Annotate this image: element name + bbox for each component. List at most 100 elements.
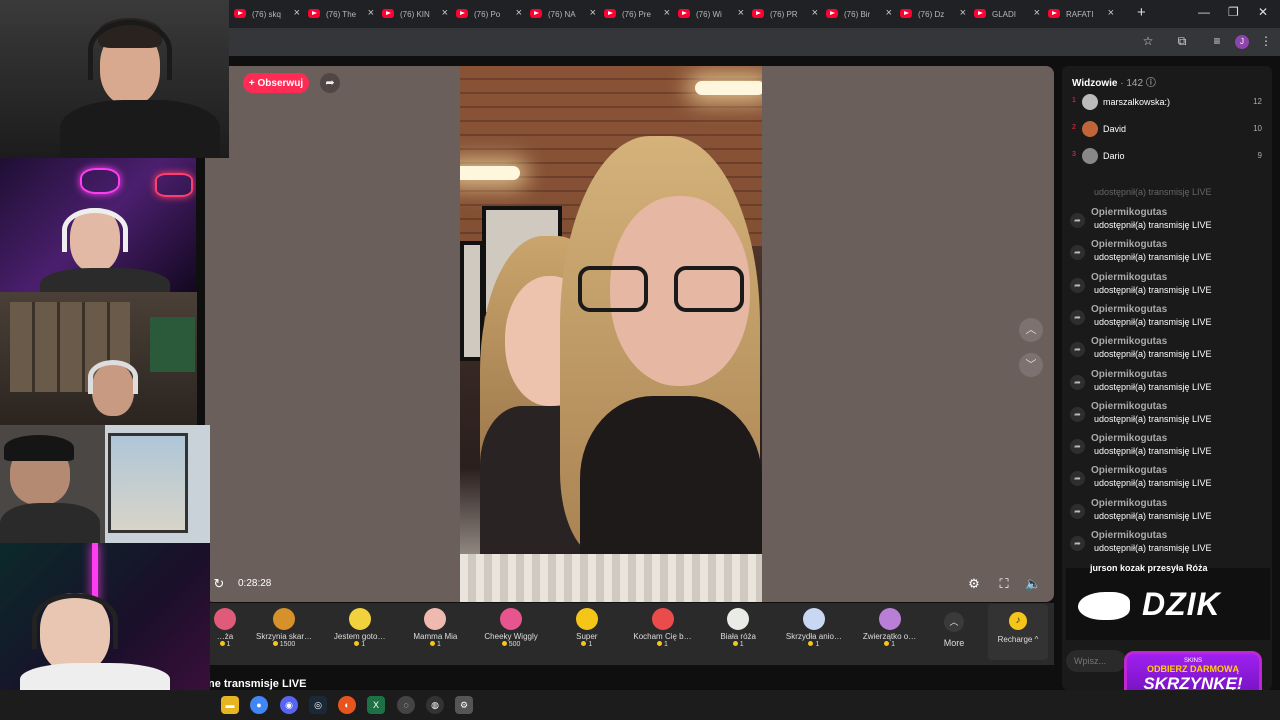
close-tab-icon[interactable]: × (960, 7, 966, 19)
share-icon[interactable]: ➦ (320, 73, 340, 93)
gift-item[interactable]: Kocham Cię b… 1 (627, 606, 699, 662)
file-explorer-icon[interactable]: ▬ (221, 696, 239, 714)
gift-price: 1 (324, 641, 396, 648)
next-live-icon[interactable]: ﹀ (1019, 353, 1043, 377)
gift-name: Kocham Cię b… (633, 632, 692, 641)
viewer-row[interactable]: 3 Dario 9 (1068, 148, 1266, 166)
browser-tab[interactable]: RAFATI × (1044, 3, 1118, 25)
coin-icon (884, 641, 890, 646)
close-tab-icon[interactable]: × (812, 7, 818, 19)
excel-icon[interactable]: X (367, 696, 385, 714)
chat-text: udostępnił(a) transmisję LIVE (1094, 446, 1212, 457)
close-tab-icon[interactable]: × (664, 7, 670, 19)
browser-tab[interactable]: (76) Pre × (600, 3, 674, 25)
settings-icon[interactable]: ⚙ (966, 576, 982, 592)
restore-icon[interactable]: ❐ (1228, 5, 1239, 19)
app-icon[interactable]: ◌ (397, 696, 415, 714)
browser-tab[interactable]: (76) Wi × (674, 3, 748, 25)
browser-tab[interactable]: (76) Dz × (896, 3, 970, 25)
chat-username[interactable]: Opiermikogutas (1091, 433, 1167, 444)
share-icon: ➦ (1070, 277, 1085, 293)
gift-name: Zwierzątko o… (862, 632, 917, 641)
extensions-icon[interactable]: ⧉ (1174, 33, 1190, 49)
close-tab-icon[interactable]: × (442, 7, 448, 19)
taskbar (0, 690, 1280, 720)
close-tab-icon[interactable]: × (590, 7, 596, 19)
chrome-icon[interactable]: ● (250, 696, 268, 714)
volume-icon[interactable]: 🔈 (1025, 576, 1041, 592)
coin-icon (501, 641, 507, 646)
chat-username[interactable]: Opiermikogutas (1091, 304, 1167, 315)
gift-price: 500 (475, 641, 547, 648)
discord-icon[interactable]: ◉ (280, 696, 298, 714)
chat-input[interactable] (1066, 650, 1126, 672)
gift-item[interactable]: Skrzynia skar… 1500 (248, 606, 320, 662)
chat-username[interactable]: Opiermikogutas (1091, 530, 1167, 541)
aquarium (150, 317, 195, 372)
profile-avatar[interactable]: J (1235, 35, 1249, 49)
gift-item[interactable]: Biała róża 1 (702, 606, 774, 662)
follow-button[interactable]: + Obserwuj (243, 73, 309, 93)
viewer-row[interactable]: 1 marszalkowska:) 12 (1068, 94, 1266, 112)
more-gifts-button[interactable]: ︿ More (936, 612, 972, 656)
chat-username[interactable]: Opiermikogutas (1091, 239, 1167, 250)
chat-username[interactable]: Opiermikogutas (1091, 207, 1167, 218)
gift-item[interactable]: Jestem goto… 1 (324, 606, 396, 662)
close-window-icon[interactable]: ✕ (1258, 5, 1268, 19)
gift-item[interactable]: Cheeky Wiggly 500 (475, 606, 547, 662)
close-tab-icon[interactable]: × (516, 7, 522, 19)
bookmark-star-icon[interactable]: ☆ (1140, 33, 1156, 49)
chat-username[interactable]: Opiermikogutas (1091, 401, 1167, 412)
close-tab-icon[interactable]: × (1108, 7, 1114, 19)
webcam-1 (0, 0, 229, 158)
steam-icon[interactable]: ◎ (309, 696, 327, 714)
browser-tab[interactable]: (76) Po × (452, 3, 526, 25)
settings-app-icon[interactable]: ⚙ (455, 696, 473, 714)
chat-username[interactable]: Opiermikogutas (1091, 272, 1167, 283)
viewer-row[interactable]: 2 David 10 (1068, 121, 1266, 139)
browser-tab[interactable]: (76) NA × (526, 3, 600, 25)
browser-tab[interactable]: (76) skq × (230, 3, 304, 25)
close-tab-icon[interactable]: × (1034, 7, 1040, 19)
recharge-button[interactable]: ♪ Recharge ^ (988, 604, 1048, 660)
gift-item[interactable]: …ża 1 (205, 606, 245, 662)
live-video[interactable] (460, 66, 762, 602)
minimize-icon[interactable]: — (1198, 5, 1210, 19)
refresh-icon[interactable]: ↻ (211, 576, 227, 592)
headphones-icon (88, 20, 172, 80)
webcam-5 (0, 543, 210, 690)
headphones-icon (32, 593, 118, 649)
chat-text: udostępnił(a) transmisję LIVE (1094, 220, 1212, 230)
browser-menu-icon[interactable]: ⋮ (1258, 33, 1274, 49)
new-tab-button[interactable]: + (1137, 4, 1146, 21)
close-tab-icon[interactable]: × (886, 7, 892, 19)
tab-label: (76) Wi (696, 9, 722, 19)
gift-item[interactable]: Mamma Mia 1 (399, 606, 471, 662)
close-tab-icon[interactable]: × (738, 7, 744, 19)
app-icon[interactable]: ◐ (338, 696, 356, 714)
fullscreen-icon[interactable]: ⛶ (996, 576, 1012, 592)
browser-tab[interactable]: (76) Bir × (822, 3, 896, 25)
viewers-heading: Widzowie · 142 ⓘ (1072, 74, 1156, 89)
previous-live-icon[interactable]: ︿ (1019, 318, 1043, 342)
browser-tab[interactable]: (76) KIN × (378, 3, 452, 25)
tab-label: (76) The (326, 9, 356, 19)
viewer-rank: 2 (1072, 124, 1076, 131)
chat-username[interactable]: Opiermikogutas (1091, 336, 1167, 347)
chat-text: udostępnił(a) transmisję LIVE (1094, 252, 1212, 263)
browser-tab[interactable]: (76) PR × (748, 3, 822, 25)
browser-tab[interactable]: GLADI × (970, 3, 1044, 25)
gift-item[interactable]: Skrzydła anio… 1 (778, 606, 850, 662)
close-tab-icon[interactable]: × (368, 7, 374, 19)
media-controls-icon[interactable]: ≡ (1209, 33, 1225, 49)
info-icon[interactable]: ⓘ (1146, 78, 1156, 89)
obs-icon[interactable]: ◍ (426, 696, 444, 714)
gift-item[interactable]: Super 1 (551, 606, 623, 662)
chat-username[interactable]: Opiermikogutas (1091, 369, 1167, 380)
gift-item[interactable]: Zwierzątko o… 1 (854, 606, 926, 662)
chat-username[interactable]: Opiermikogutas (1091, 498, 1167, 509)
browser-tab[interactable]: (76) The × (304, 3, 378, 25)
chat-username[interactable]: Opiermikogutas (1091, 465, 1167, 476)
close-tab-icon[interactable]: × (294, 7, 300, 19)
live-player[interactable] (205, 66, 1054, 602)
